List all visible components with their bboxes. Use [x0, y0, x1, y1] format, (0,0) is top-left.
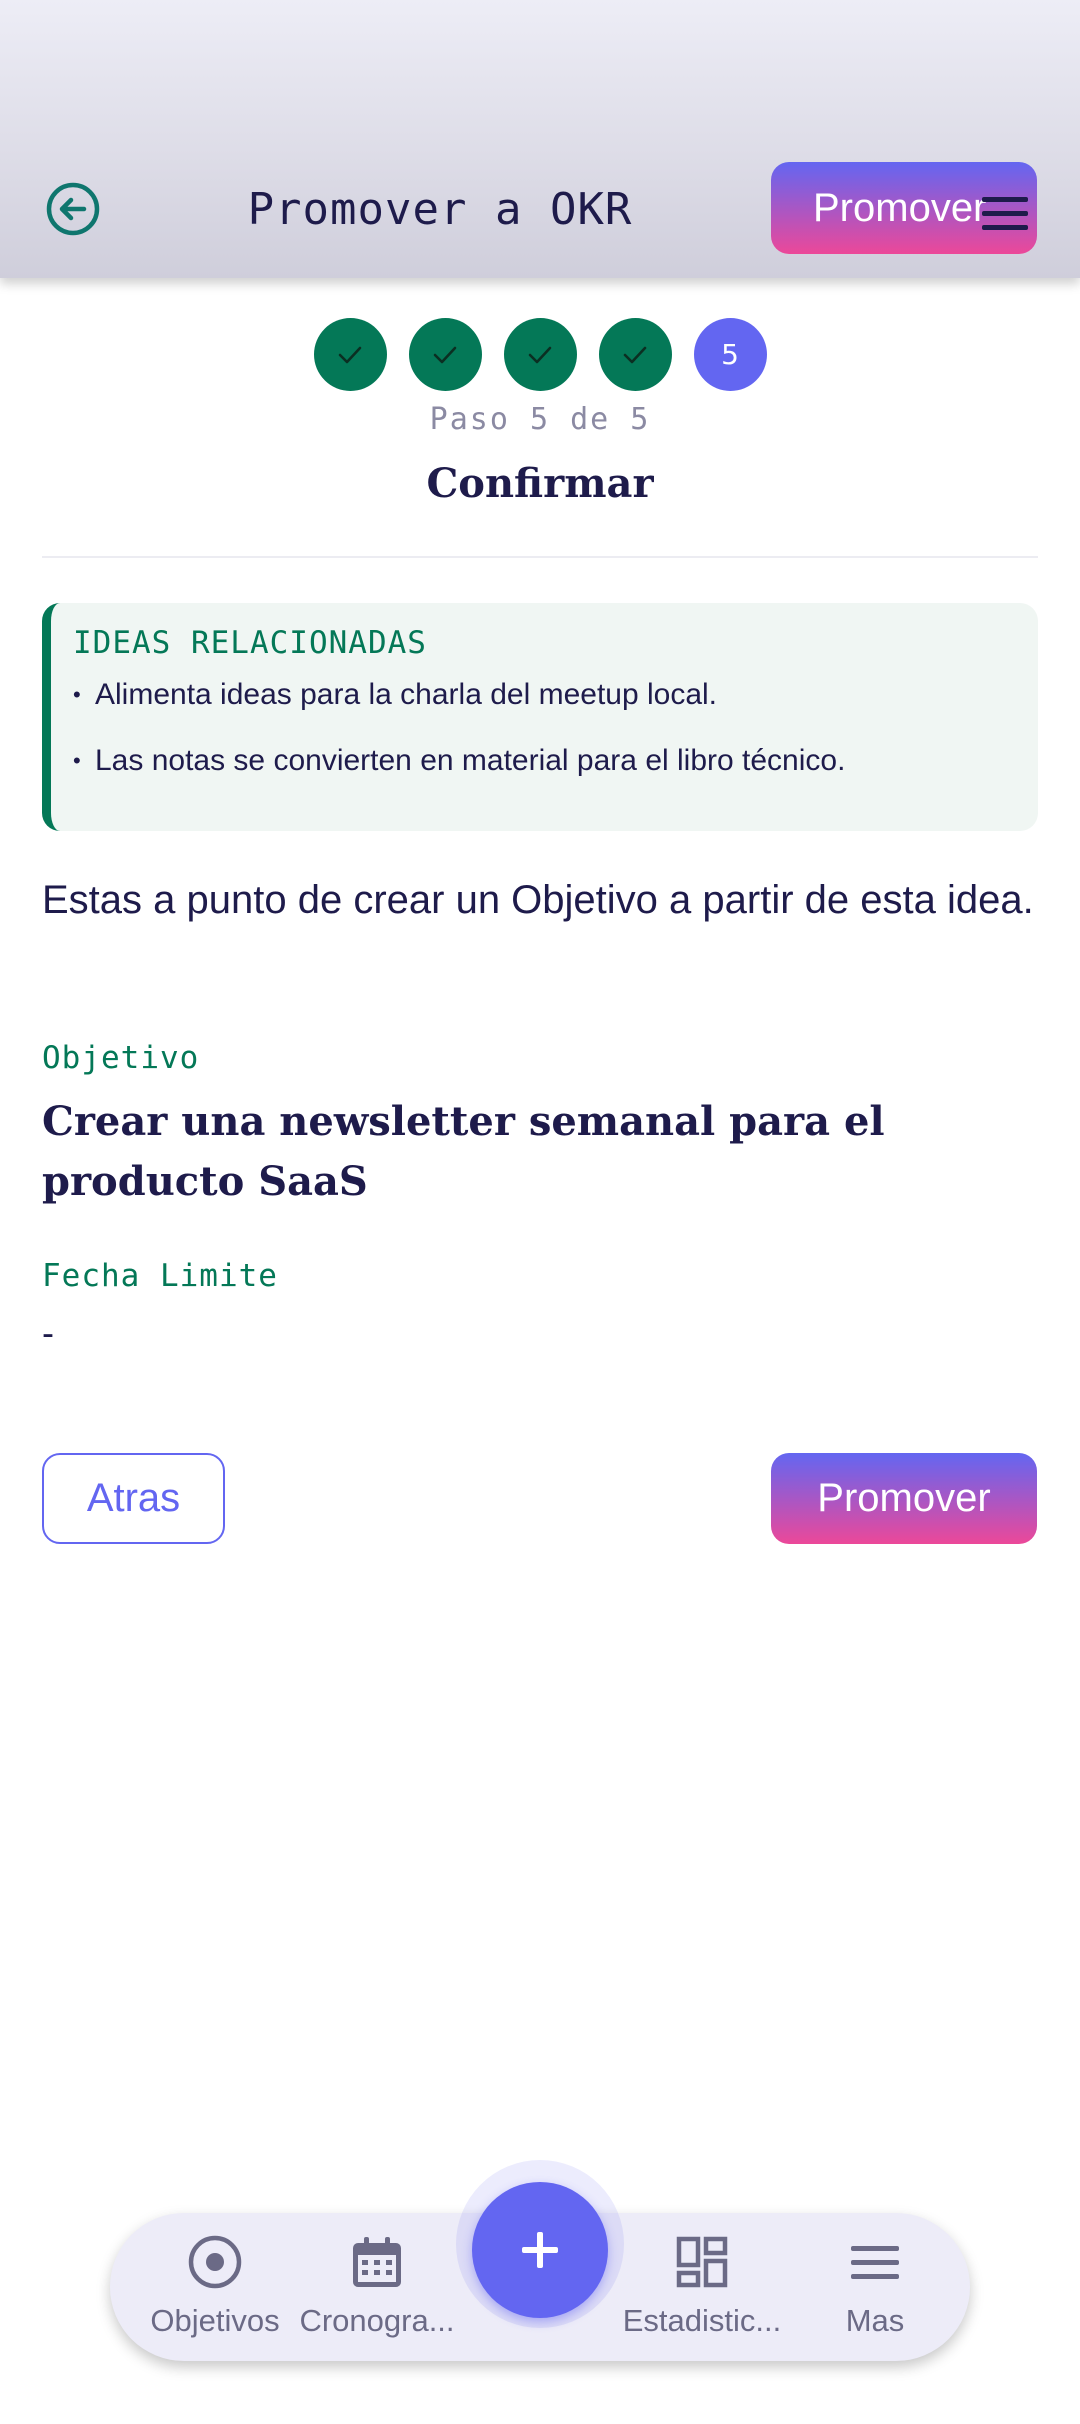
stepper: 5 [0, 318, 1080, 391]
dashboard-icon [676, 2236, 728, 2288]
objective-value: Crear una newsletter semanal para el pro… [42, 1098, 885, 1205]
nav-label: Estadistic... [622, 2303, 782, 2338]
related-ideas-list: Alimenta ideas para la charla del meetup… [73, 675, 1014, 781]
step-2-complete [408, 318, 482, 391]
step-5-current: 5 [693, 318, 767, 391]
check-icon [338, 346, 362, 363]
nav-label: Cronogra... [299, 2303, 455, 2338]
intro-text: Estas a punto de crear un Objetivo a par… [42, 878, 1034, 922]
list-item: Alimenta ideas para la charla del meetup… [73, 675, 1014, 715]
deadline-label: Fecha Limite [42, 1258, 278, 1294]
step-counter: Paso 5 de 5 [429, 402, 651, 437]
app-header: Promover a OKR Promover [0, 0, 1080, 278]
menu-icon [851, 2246, 899, 2279]
target-icon [188, 2235, 242, 2289]
check-icon [433, 346, 457, 363]
nav-item-estadisticas[interactable]: Estadistic... [617, 2233, 787, 2339]
back-step-button[interactable]: Atras [42, 1453, 225, 1544]
nav-label: Objetivos [150, 2303, 280, 2338]
step-4-complete [598, 318, 672, 391]
related-ideas-title: IDEAS RELACIONADAS [73, 625, 427, 661]
objective-label: Objetivo [42, 1040, 200, 1076]
calendar-icon [353, 2237, 401, 2287]
page-title: Promover a OKR [247, 184, 633, 235]
deadline-value: - [42, 1312, 54, 1353]
list-item: Las notas se convierten en material para… [73, 741, 1014, 781]
check-icon [623, 346, 647, 363]
step-title: Confirmar [426, 460, 654, 507]
step-3-complete [503, 318, 577, 391]
check-icon [528, 346, 552, 363]
nav-item-mas[interactable]: Mas [790, 2233, 960, 2339]
plus-icon [522, 2232, 558, 2268]
divider [42, 556, 1038, 558]
nav-item-objetivos[interactable]: Objetivos [130, 2233, 300, 2339]
step-1-complete [313, 318, 387, 391]
hamburger-menu-icon[interactable] [980, 194, 1030, 234]
related-ideas-card: IDEAS RELACIONADAS Alimenta ideas para l… [42, 603, 1038, 831]
nav-label: Mas [845, 2303, 905, 2338]
nav-item-cronograma[interactable]: Cronogra... [292, 2233, 462, 2339]
add-fab-button[interactable] [472, 2182, 608, 2318]
promote-button[interactable]: Promover [771, 1453, 1037, 1544]
